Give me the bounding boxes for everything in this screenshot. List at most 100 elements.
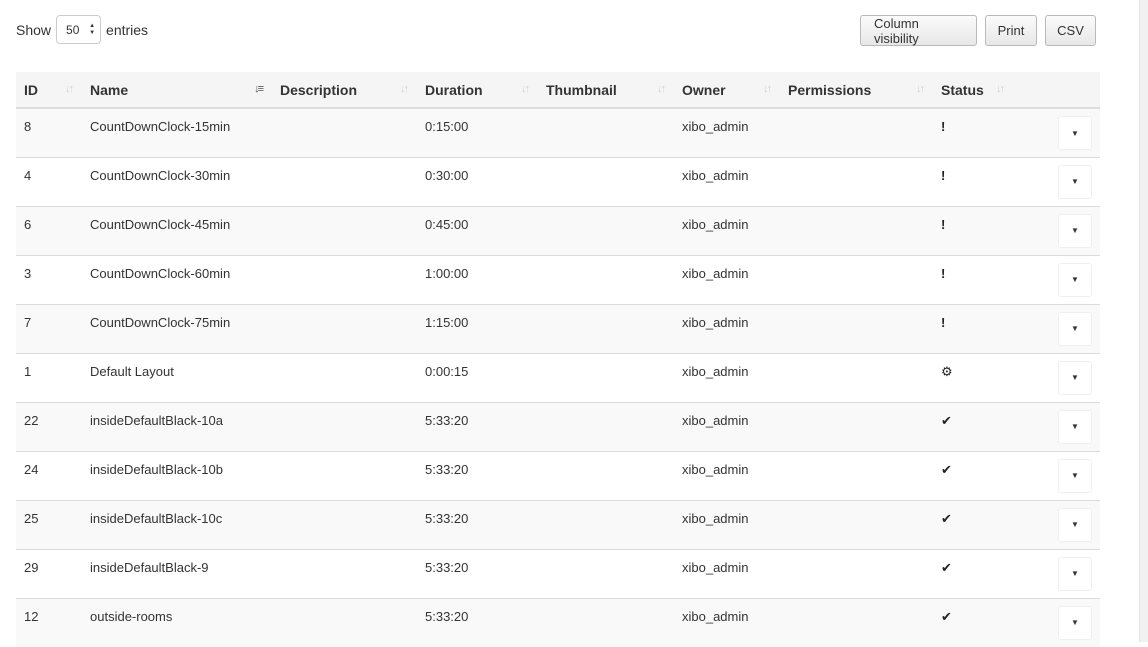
column-header-label: Description xyxy=(280,81,358,98)
cell-duration: 0:45:00 xyxy=(417,205,538,255)
column-visibility-button[interactable]: Column visibility xyxy=(860,15,977,46)
table-header-row: ID ↓↑ Name ↓≡ Description ↓↑ Duration ↓↑ Thumbna… xyxy=(16,72,1100,109)
cell-id: 29 xyxy=(16,548,82,598)
exclamation-icon: ! xyxy=(941,216,946,232)
cell-owner: xibo_admin xyxy=(674,205,780,255)
table-row: 8 CountDownClock-15min 0:15:00 xibo_admin! ▼ xyxy=(16,107,1100,157)
column-header-label: ID xyxy=(24,81,38,98)
layouts-table-container: ID ↓↑ Name ↓≡ Description ↓↑ Duration ↓↑ Thumbna… xyxy=(16,72,1100,647)
exclamation-icon: ! xyxy=(941,314,946,330)
cell-status: ✔ xyxy=(933,597,1013,647)
check-icon: ✔ xyxy=(941,559,952,575)
entries-per-page-select[interactable]: 50 ▲ ▼ xyxy=(56,15,102,44)
table-row: 4 CountDownClock-30min 0:30:00 xibo_admin! ▼ xyxy=(16,156,1100,206)
cell-owner: xibo_admin xyxy=(674,254,780,304)
cell-permissions xyxy=(780,597,933,647)
cell-thumbnail xyxy=(538,548,674,598)
cell-status: ✔ xyxy=(933,450,1013,500)
cell-status: ! xyxy=(933,254,1013,304)
entries-label: entries xyxy=(106,21,149,38)
column-header-name[interactable]: Name ↓≡ xyxy=(82,72,272,109)
cell-id: 22 xyxy=(16,401,82,451)
column-header-status[interactable]: Status ↓↑ xyxy=(933,72,1013,109)
sort-icon[interactable]: ↓↑ xyxy=(916,83,925,95)
sort-icon[interactable]: ↓↑ xyxy=(996,83,1005,95)
cell-description xyxy=(272,401,417,451)
cell-status: ✔ xyxy=(933,499,1013,549)
cell-permissions xyxy=(780,254,933,304)
check-icon: ✔ xyxy=(941,461,952,477)
cell-name: Default Layout xyxy=(82,352,272,402)
exclamation-icon: ! xyxy=(941,167,946,183)
cell-description xyxy=(272,548,417,598)
cell-status: ! xyxy=(933,107,1013,157)
page-scrollbar[interactable] xyxy=(1139,0,1148,642)
column-header-duration[interactable]: Duration ↓↑ xyxy=(417,72,538,109)
cell-description xyxy=(272,107,417,157)
cell-actions: ▼ xyxy=(1013,205,1100,255)
cell-description xyxy=(272,499,417,549)
row-actions-button[interactable]: ▼ xyxy=(1058,556,1092,591)
row-actions-button[interactable]: ▼ xyxy=(1058,262,1092,297)
cell-permissions xyxy=(780,107,933,157)
row-actions-button[interactable]: ▼ xyxy=(1058,507,1092,542)
sort-ascending-icon[interactable]: ↓≡ xyxy=(254,83,264,95)
csv-button[interactable]: CSV xyxy=(1045,15,1096,46)
cell-description xyxy=(272,303,417,353)
cell-duration: 5:33:20 xyxy=(417,450,538,500)
exclamation-icon: ! xyxy=(941,119,946,134)
row-actions-button[interactable]: ▼ xyxy=(1058,116,1092,150)
sort-icon[interactable]: ↓↑ xyxy=(657,83,666,95)
row-actions-button[interactable]: ▼ xyxy=(1058,164,1092,199)
cell-actions: ▼ xyxy=(1013,450,1100,500)
row-actions-button[interactable]: ▼ xyxy=(1058,458,1092,493)
cell-owner: xibo_admin xyxy=(674,450,780,500)
cell-id: 8 xyxy=(16,107,82,157)
column-header-permissions[interactable]: Permissions ↓↑ xyxy=(780,72,933,109)
cell-id: 4 xyxy=(16,156,82,206)
sort-icon[interactable]: ↓↑ xyxy=(521,83,530,95)
cogs-icon: ⚙ xyxy=(941,363,953,379)
row-actions-button[interactable]: ▼ xyxy=(1058,409,1092,444)
cell-description xyxy=(272,156,417,206)
row-actions-button[interactable]: ▼ xyxy=(1058,605,1092,640)
cell-name: CountDownClock-30min xyxy=(82,156,272,206)
cell-duration: 5:33:20 xyxy=(417,401,538,451)
cell-thumbnail xyxy=(538,156,674,206)
column-header-actions xyxy=(1013,72,1100,109)
print-button[interactable]: Print xyxy=(985,15,1037,46)
column-header-description[interactable]: Description ↓↑ xyxy=(272,72,417,109)
column-header-label: Name xyxy=(90,81,129,98)
check-icon: ✔ xyxy=(941,510,952,526)
caret-down-icon: ▼ xyxy=(1071,226,1079,235)
cell-owner: xibo_admin xyxy=(674,352,780,402)
entries-per-page-value: 50 xyxy=(66,22,80,37)
cell-actions: ▼ xyxy=(1013,254,1100,304)
table-row: 6 CountDownClock-45min 0:45:00 xibo_admin! ▼ xyxy=(16,205,1100,255)
cell-owner: xibo_admin xyxy=(674,303,780,353)
column-header-label: Duration xyxy=(425,81,483,98)
cell-thumbnail xyxy=(538,254,674,304)
cell-name: CountDownClock-60min xyxy=(82,254,272,304)
table-row: 12 outside-rooms 5:33:20 xibo_admin ✔ ▼ xyxy=(16,597,1100,647)
cell-thumbnail xyxy=(538,303,674,353)
sort-icon[interactable]: ↓↑ xyxy=(400,83,409,95)
caret-down-icon: ▼ xyxy=(1071,128,1079,138)
cell-owner: xibo_admin xyxy=(674,548,780,598)
column-header-thumbnail[interactable]: Thumbnail ↓↑ xyxy=(538,72,674,109)
sort-icon[interactable]: ↓↑ xyxy=(763,83,772,95)
caret-down-icon: ▼ xyxy=(1071,618,1079,627)
cell-name: insideDefaultBlack-10b xyxy=(82,450,272,500)
row-actions-button[interactable]: ▼ xyxy=(1058,213,1092,248)
cell-permissions xyxy=(780,352,933,402)
caret-down-icon: ▼ xyxy=(1071,275,1079,284)
cell-duration: 1:00:00 xyxy=(417,254,538,304)
row-actions-button[interactable]: ▼ xyxy=(1058,360,1092,395)
cell-status: ⚙ xyxy=(933,352,1013,402)
row-actions-button[interactable]: ▼ xyxy=(1058,311,1092,346)
layouts-table: ID ↓↑ Name ↓≡ Description ↓↑ Duration ↓↑ Thumbna… xyxy=(16,72,1100,647)
sort-icon[interactable]: ↓↑ xyxy=(65,83,74,95)
column-header-id[interactable]: ID ↓↑ xyxy=(16,72,82,109)
column-header-owner[interactable]: Owner ↓↑ xyxy=(674,72,780,109)
cell-duration: 0:15:00 xyxy=(417,107,538,157)
